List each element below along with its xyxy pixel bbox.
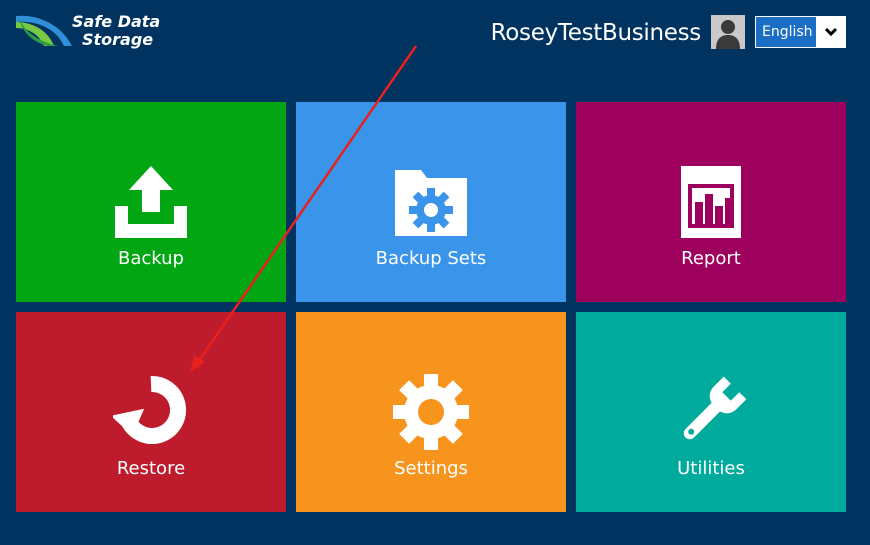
tile-backup-label: Backup — [118, 248, 184, 269]
user-avatar[interactable] — [711, 15, 745, 49]
logo-line1: Safe Data — [72, 12, 161, 31]
chevron-down-icon — [824, 27, 837, 37]
language-select[interactable]: English — [755, 16, 846, 48]
tile-backup[interactable]: Backup — [16, 102, 286, 302]
tile-backup-sets-label: Backup Sets — [375, 248, 487, 269]
tile-report-label: Report — [681, 248, 741, 269]
tile-report[interactable]: Report — [576, 102, 846, 302]
tile-backup-sets[interactable]: Backup Sets — [296, 102, 566, 302]
logo: Safe Data Storage — [14, 12, 174, 52]
language-selected-value: English — [756, 17, 816, 47]
logo-line2: Storage — [82, 30, 154, 49]
tile-settings-label: Settings — [394, 458, 468, 479]
wrench-icon — [683, 376, 747, 440]
user-silhouette-icon — [716, 20, 740, 49]
upload-tray-icon — [115, 166, 187, 238]
folder-gear-icon — [395, 170, 467, 236]
logo-wordmark: Safe Data Storage — [72, 13, 182, 49]
gear-icon — [393, 374, 469, 450]
restore-arrow-icon — [113, 376, 187, 444]
logo-swoosh-icon — [16, 15, 72, 46]
username: RoseyTestBusiness — [490, 20, 702, 46]
tile-restore[interactable]: Restore — [16, 312, 286, 512]
tile-settings[interactable]: Settings — [296, 312, 566, 512]
tile-restore-label: Restore — [116, 458, 186, 479]
tile-utilities-label: Utilities — [677, 458, 745, 479]
tile-utilities[interactable]: Utilities — [576, 312, 846, 512]
bar-chart-icon — [681, 166, 741, 238]
language-dropdown-toggle[interactable] — [816, 17, 845, 47]
